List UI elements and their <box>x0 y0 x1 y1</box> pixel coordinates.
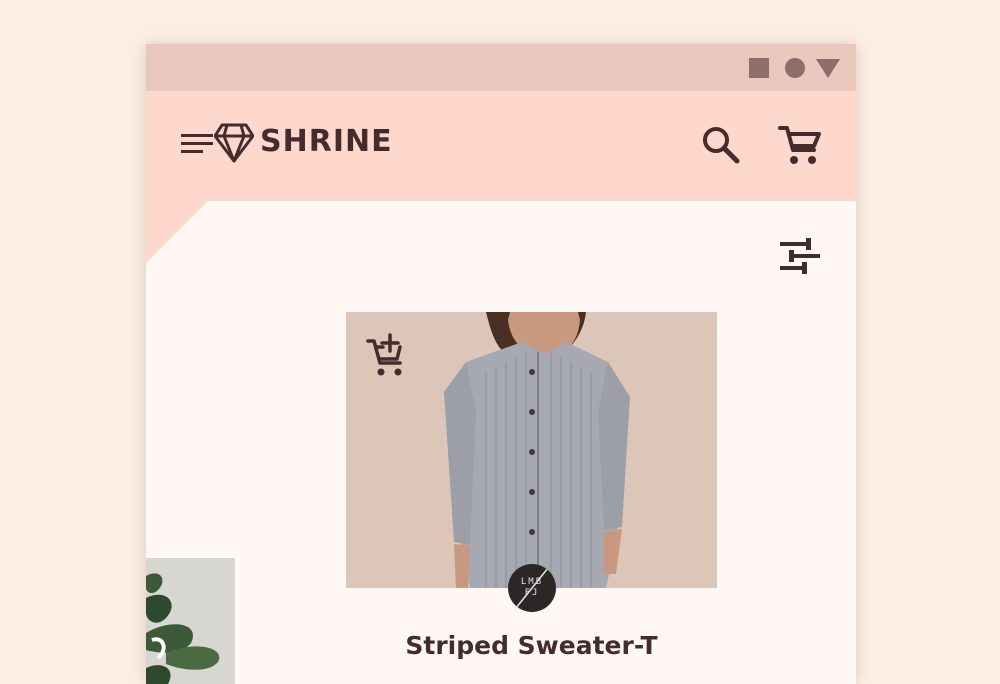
plant-photo <box>146 558 235 684</box>
search-icon[interactable] <box>701 125 741 165</box>
status-bar <box>146 44 856 91</box>
vendor-logo: LMB FJ <box>508 564 556 612</box>
phone-frame: SHRINE LMB FJ Striped Sweater-T <box>146 44 856 684</box>
product-name: Striped Sweater-T <box>405 631 658 660</box>
tune-icon[interactable] <box>780 238 820 274</box>
triangle-icon <box>816 59 840 78</box>
square-icon <box>749 58 769 78</box>
backdrop-cut-corner <box>146 201 208 263</box>
vendor-logo-text: LMB FJ <box>520 577 544 598</box>
circle-icon <box>785 58 805 78</box>
shopping-cart-icon[interactable] <box>778 124 822 168</box>
diamond-icon <box>214 123 254 163</box>
app-title: SHRINE <box>260 124 393 159</box>
side-product-image[interactable] <box>146 558 235 684</box>
menu-icon[interactable] <box>181 131 213 157</box>
add-shopping-cart-icon[interactable] <box>366 333 410 377</box>
